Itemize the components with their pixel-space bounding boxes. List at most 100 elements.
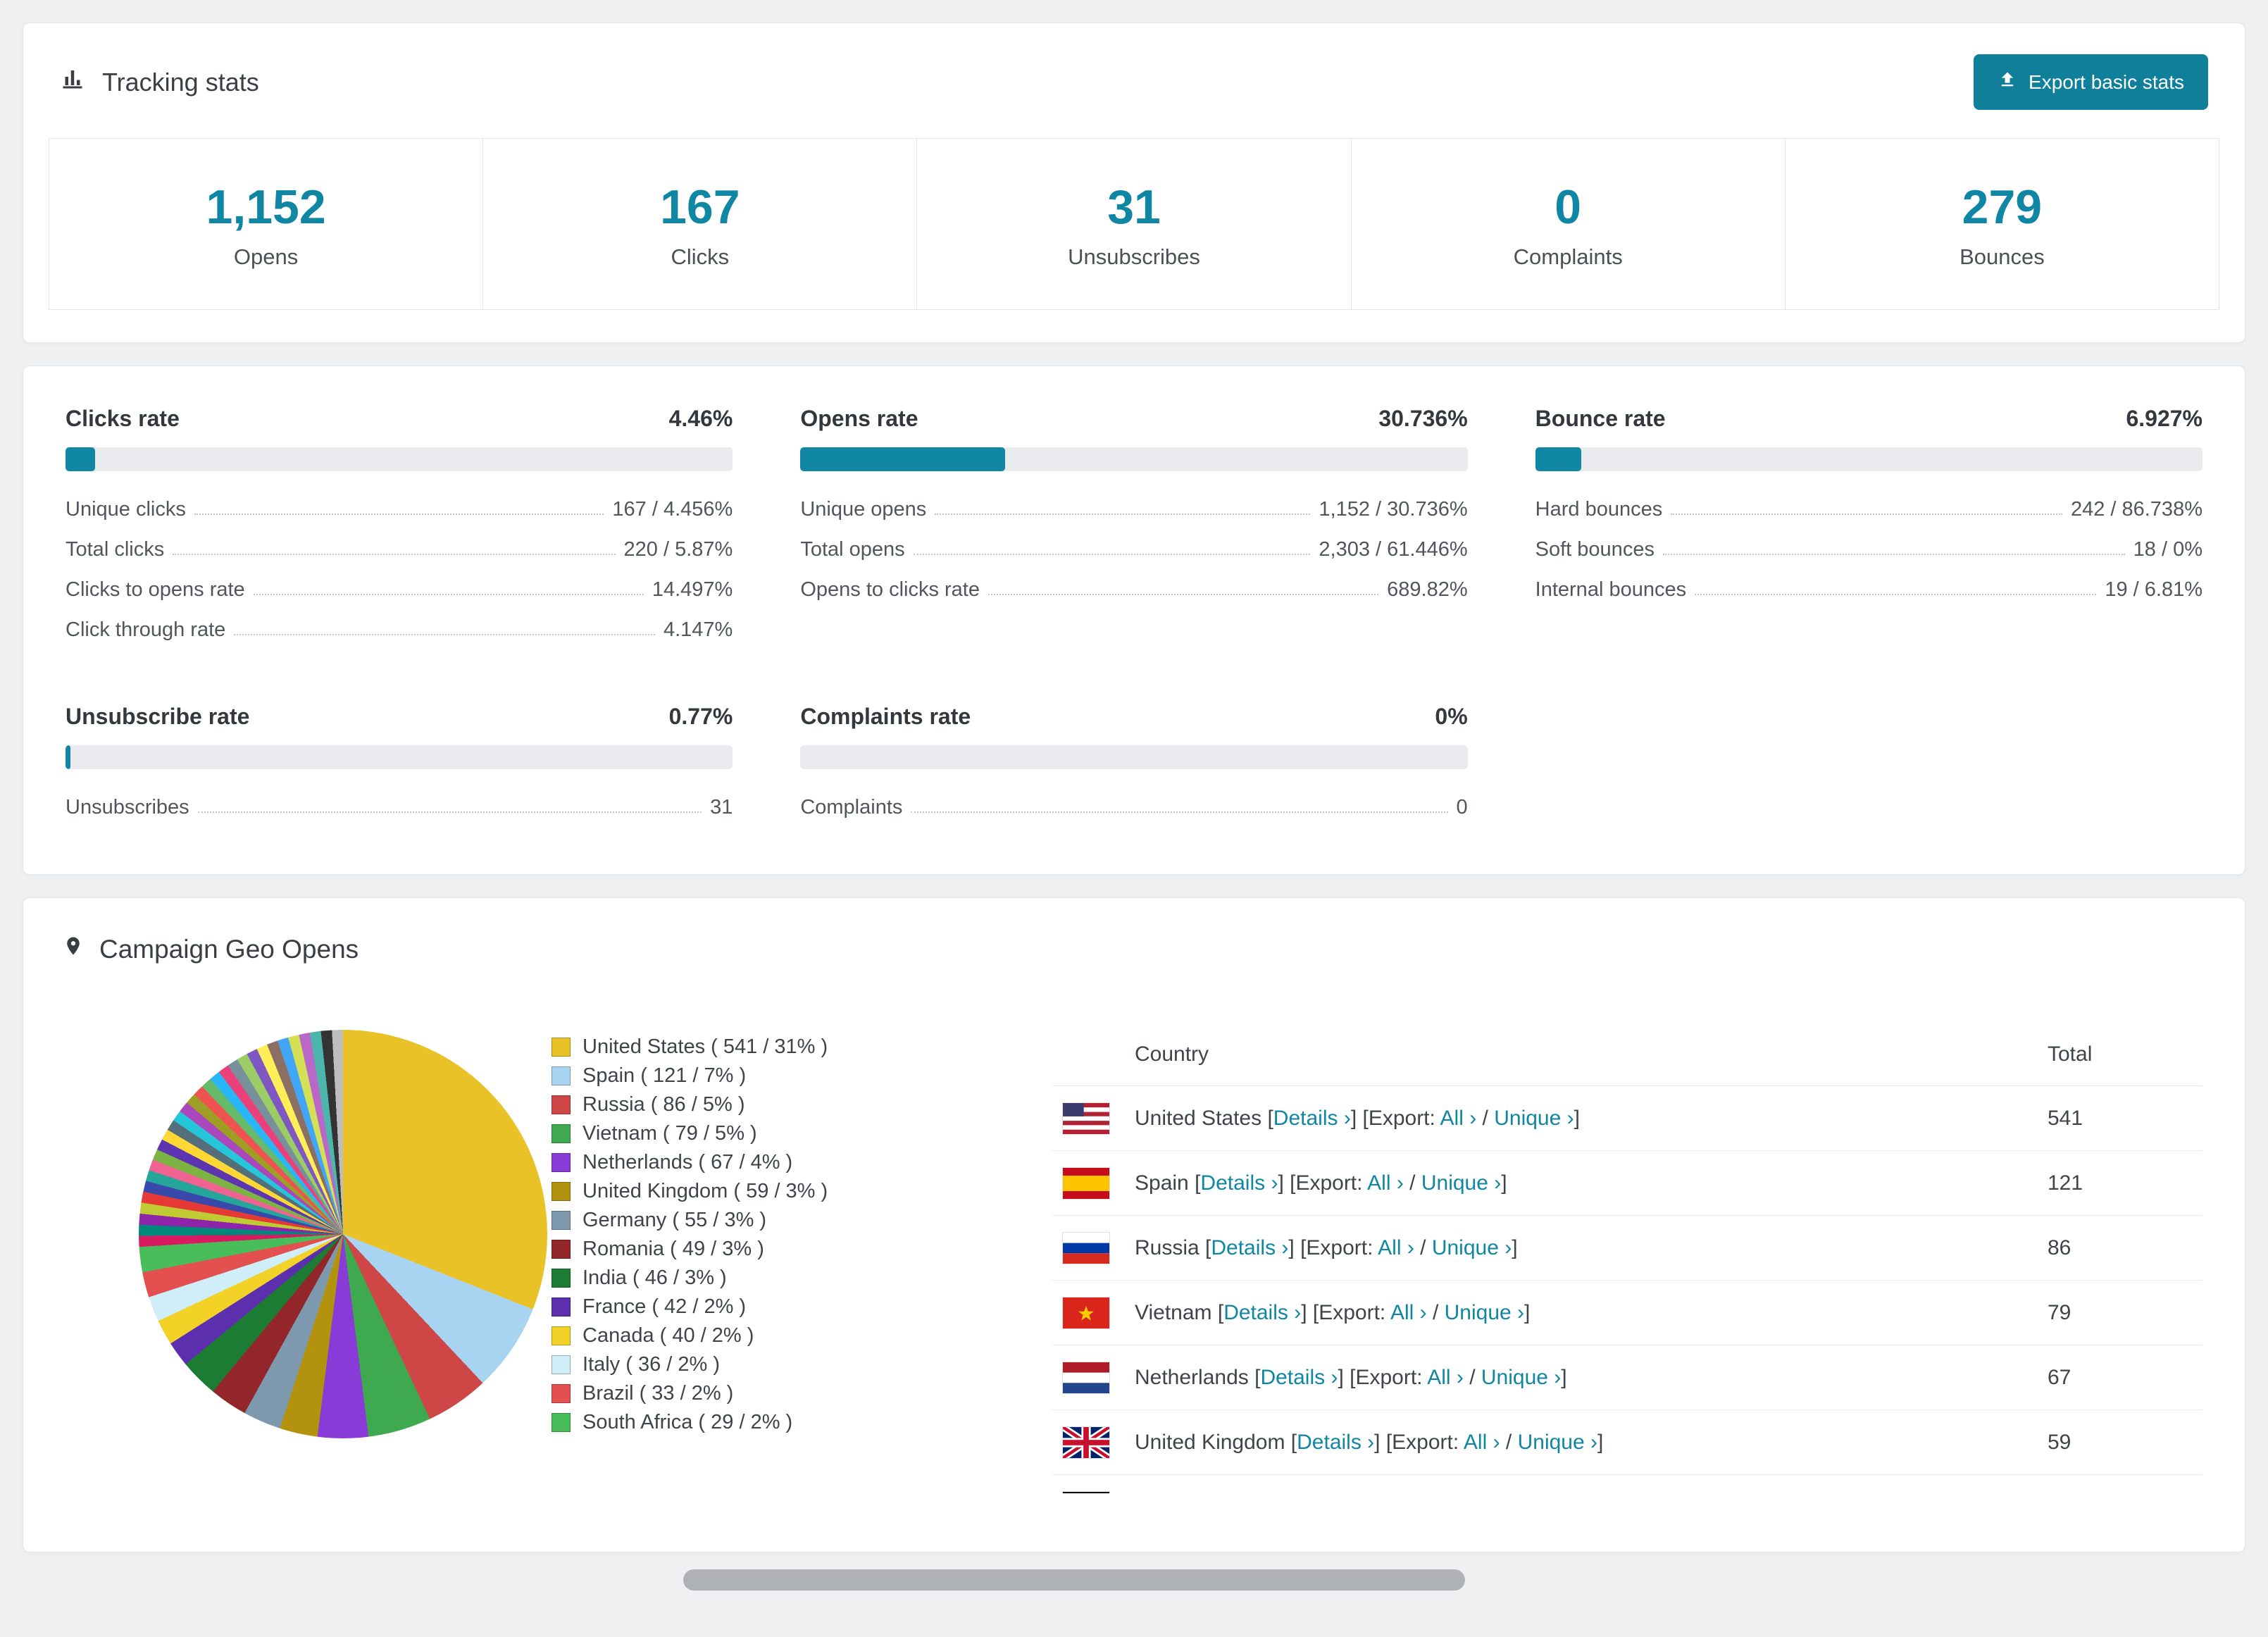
legend-item[interactable]: Vietnam ( 79 / 5% ): [552, 1119, 1052, 1148]
dotted-leader: [913, 554, 1311, 555]
legend-label: India ( 46 / 3% ): [582, 1266, 727, 1289]
legend-item[interactable]: Russia ( 86 / 5% ): [552, 1090, 1052, 1119]
details-link[interactable]: Details ›: [1273, 1107, 1351, 1130]
legend-label: Romania ( 49 / 3% ): [582, 1238, 764, 1260]
legend-swatch-icon: [552, 1211, 571, 1230]
stat-row: Total opens 2,303 / 61.446%: [800, 530, 1467, 570]
legend-item[interactable]: Italy ( 36 / 2% ): [552, 1350, 1052, 1379]
legend-item[interactable]: France ( 42 / 2% ): [552, 1293, 1052, 1321]
stat-label: Clicks: [671, 244, 730, 269]
rate-title: Complaints rate: [800, 704, 971, 729]
stat-box-unsubscribes: 31 Unsubscribes: [917, 139, 1352, 309]
details-link[interactable]: Details ›: [1200, 1171, 1278, 1195]
legend-swatch-icon: [552, 1384, 571, 1403]
stat-label: Complaints: [800, 796, 903, 818]
section-title: Campaign Geo Opens: [99, 934, 359, 964]
export-unique-link[interactable]: Unique ›: [1481, 1366, 1561, 1389]
campaign-geo-opens-card: Campaign Geo Opens United States ( 541 /…: [23, 897, 2245, 1552]
rate-title: Opens rate: [800, 406, 918, 431]
details-link[interactable]: Details ›: [1223, 1301, 1301, 1324]
legend-label: Vietnam ( 79 / 5% ): [582, 1122, 757, 1145]
legend-swatch-icon: [552, 1269, 571, 1288]
stat-value: 4.147%: [663, 618, 733, 641]
legend-swatch-icon: [552, 1240, 571, 1259]
legend-swatch-icon: [552, 1153, 571, 1172]
geo-table-row: Spain [Details ›] [Export: All › / Uniqu…: [1052, 1151, 2202, 1216]
stat-row: Unique clicks 167 / 4.456%: [66, 490, 733, 530]
legend-item[interactable]: Netherlands ( 67 / 4% ): [552, 1148, 1052, 1177]
legend-label: Russia ( 86 / 5% ): [582, 1093, 745, 1116]
horizontal-scrollbar-thumb[interactable]: [683, 1569, 1465, 1591]
column-header-total: Total: [2048, 1042, 2093, 1066]
stat-label: Soft bounces: [1535, 538, 1655, 561]
legend-item[interactable]: Canada ( 40 / 2% ): [552, 1321, 1052, 1350]
export-all-link[interactable]: All ›: [1390, 1301, 1427, 1324]
stat-row: Internal bounces 19 / 6.81%: [1535, 570, 2202, 610]
stat-label: Total clicks: [66, 538, 165, 561]
export-all-link[interactable]: All ›: [1464, 1431, 1500, 1454]
dotted-leader: [911, 811, 1448, 813]
stat-label: Internal bounces: [1535, 578, 1687, 601]
tracking-stats-card: Tracking stats Export basic stats 1,152 …: [23, 23, 2245, 343]
stat-label: Complaints: [1513, 244, 1623, 269]
stat-row: Unsubscribes 31: [66, 788, 733, 828]
legend-label: United States ( 541 / 31% ): [582, 1035, 828, 1058]
legend-label: Canada ( 40 / 2% ): [582, 1324, 754, 1347]
rate-title: Bounce rate: [1535, 406, 1666, 431]
legend-item[interactable]: Brazil ( 33 / 2% ): [552, 1379, 1052, 1408]
stat-label: Click through rate: [66, 618, 226, 641]
geo-pie-chart[interactable]: [139, 1030, 547, 1438]
location-pin-icon: [63, 932, 84, 966]
legend-item[interactable]: United Kingdom ( 59 / 3% ): [552, 1177, 1052, 1206]
geo-table: Country Total United States [Details ›] …: [1052, 989, 2202, 1493]
legend-item[interactable]: Romania ( 49 / 3% ): [552, 1235, 1052, 1264]
stat-value: 18 / 0%: [2133, 538, 2202, 561]
legend-item[interactable]: United States ( 541 / 31% ): [552, 1033, 1052, 1062]
legend-swatch-icon: [552, 1326, 571, 1345]
progress-fill: [66, 447, 96, 471]
progress-bar: [800, 745, 1468, 769]
export-all-link[interactable]: All ›: [1378, 1236, 1414, 1259]
export-unique-link[interactable]: Unique ›: [1421, 1171, 1501, 1195]
legend-item[interactable]: Spain ( 121 / 7% ): [552, 1062, 1052, 1090]
legend-swatch-icon: [552, 1066, 571, 1085]
stat-label: Hard bounces: [1535, 498, 1663, 521]
stat-value: 19 / 6.81%: [2105, 578, 2202, 601]
export-all-link[interactable]: All ›: [1367, 1171, 1404, 1195]
export-unique-link[interactable]: Unique ›: [1445, 1301, 1524, 1324]
flag-us-icon: [1062, 1102, 1110, 1135]
legend-swatch-icon: [552, 1095, 571, 1114]
stat-label: Unsubscribes: [1068, 244, 1200, 269]
stat-row: Opens to clicks rate 689.82%: [800, 570, 1467, 610]
export-basic-stats-button[interactable]: Export basic stats: [1974, 54, 2208, 110]
legend-swatch-icon: [552, 1297, 571, 1317]
legend-item[interactable]: South Africa ( 29 / 2% ): [552, 1408, 1052, 1437]
geo-table-row: United Kingdom [Details ›] [Export: All …: [1052, 1410, 2202, 1475]
stat-value: 167: [660, 180, 740, 234]
dotted-leader: [987, 594, 1379, 595]
rate-percent: 4.46%: [668, 406, 733, 431]
details-link[interactable]: Details ›: [1211, 1236, 1288, 1259]
legend-item[interactable]: India ( 46 / 3% ): [552, 1264, 1052, 1293]
stat-value: 31: [1107, 180, 1161, 234]
legend-swatch-icon: [552, 1355, 571, 1374]
legend-item[interactable]: Germany ( 55 / 3% ): [552, 1206, 1052, 1235]
geo-legend: United States ( 541 / 31% ) Spain ( 121 /…: [552, 989, 1052, 1493]
legend-label: Brazil ( 33 / 2% ): [582, 1382, 734, 1405]
stat-row: Hard bounces 242 / 86.738%: [1535, 490, 2202, 530]
rate-block-opens: Opens rate 30.736% Unique opens 1,152 / …: [800, 406, 1468, 650]
export-all-link[interactable]: All ›: [1427, 1366, 1464, 1389]
export-unique-link[interactable]: Unique ›: [1518, 1431, 1597, 1454]
country-cell: Vietnam [Details ›] [Export: All › / Uni…: [1135, 1300, 1531, 1324]
details-link[interactable]: Details ›: [1260, 1366, 1338, 1389]
details-link[interactable]: Details ›: [1297, 1431, 1374, 1454]
export-unique-link[interactable]: Unique ›: [1494, 1107, 1574, 1130]
export-all-link[interactable]: All ›: [1440, 1107, 1477, 1130]
geo-content: United States ( 541 / 31% ) Spain ( 121 /…: [23, 989, 2245, 1493]
progress-fill: [1535, 447, 1582, 471]
stat-label: Bounces: [1959, 244, 2045, 269]
legend-swatch-icon: [552, 1038, 571, 1057]
flag-gb-icon: [1062, 1426, 1110, 1459]
dotted-leader: [197, 811, 702, 813]
export-unique-link[interactable]: Unique ›: [1432, 1236, 1512, 1259]
